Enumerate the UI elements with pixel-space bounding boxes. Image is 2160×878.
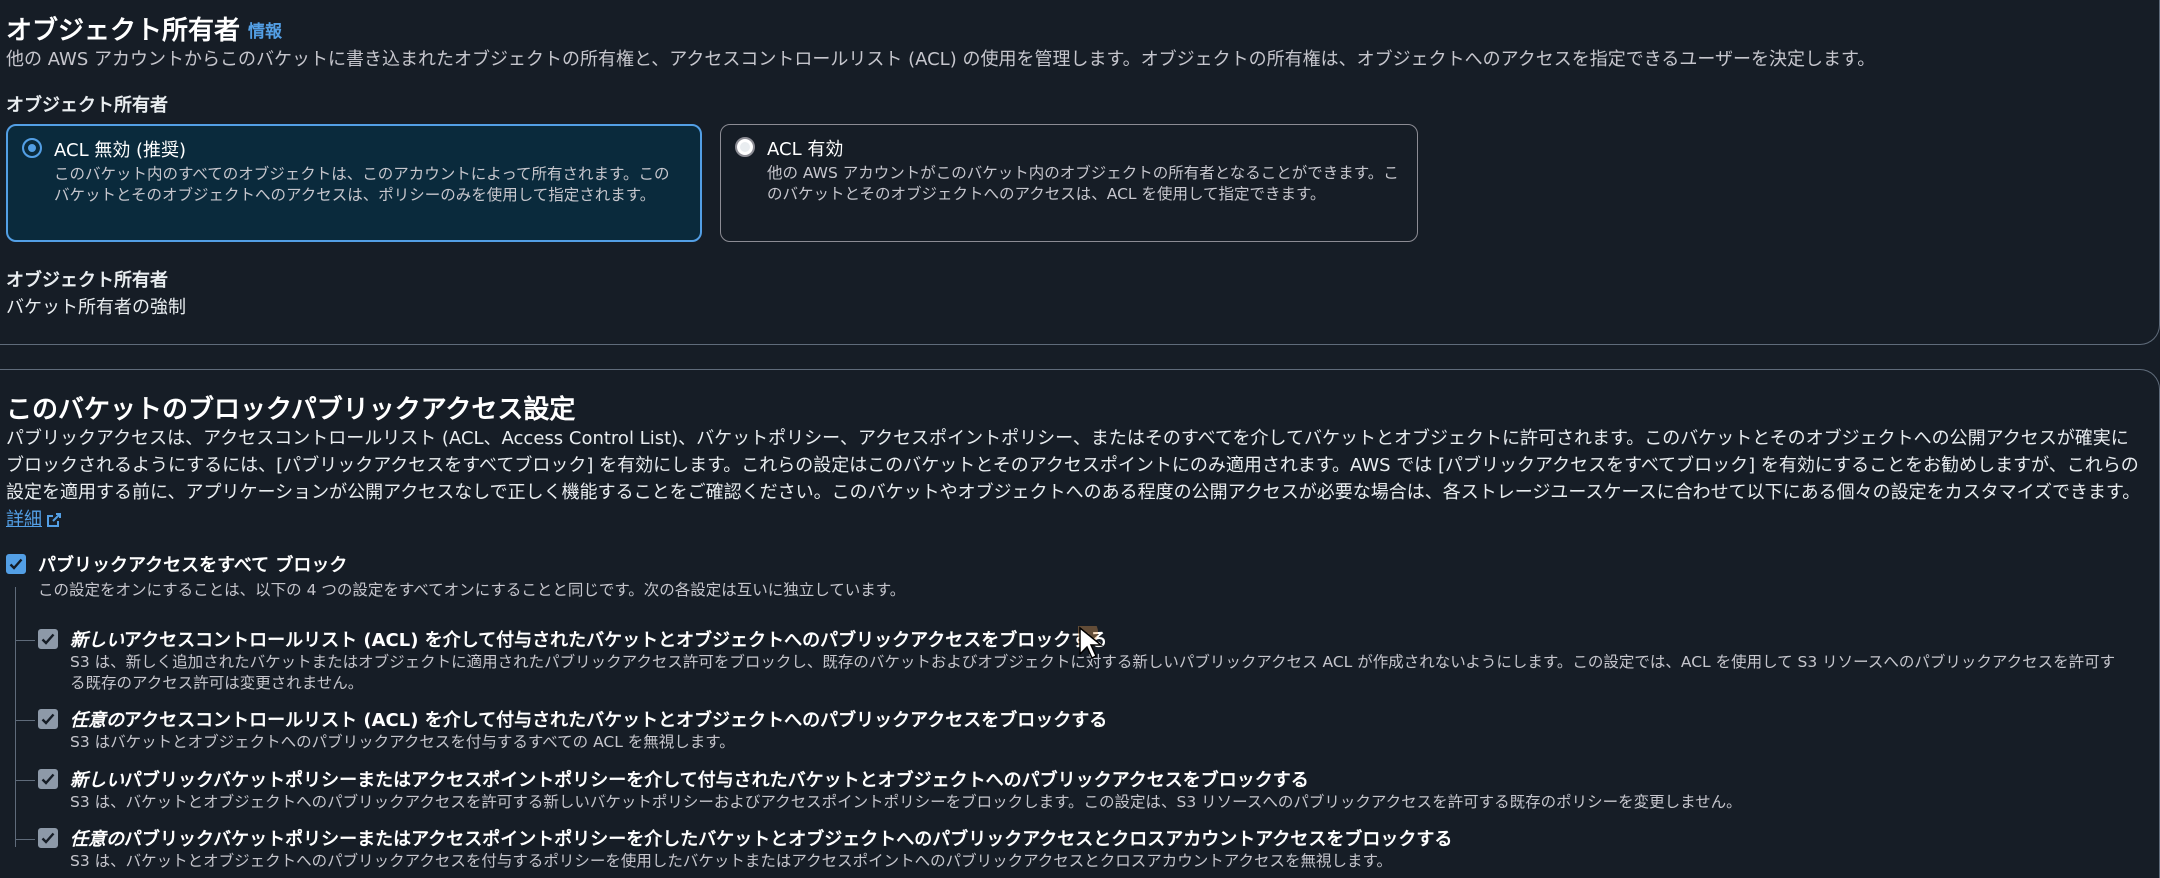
object-ownership-heading: オブジェクト所有者 情報 (6, 16, 283, 46)
block-new-acl-checkbox[interactable] (38, 629, 58, 649)
acl-disabled-description: このバケット内のすべてのオブジェクトは、このアカウントによって所有されます。この… (54, 165, 670, 204)
object-owner-value: バケット所有者の強制 (6, 297, 186, 318)
acl-enabled-option[interactable]: ACL 有効 他の AWS アカウントがこのバケット内のオブジェクトの所有者とな… (720, 124, 1418, 242)
acl-disabled-radio[interactable] (22, 138, 42, 158)
block-any-policy-title[interactable]: 任意のパブリックバケットポリシーまたはアクセスポイントポリシーを介したバケットと… (70, 825, 1452, 851)
tree-branch (15, 720, 35, 721)
block-all-label[interactable]: パブリックアクセスをすべて ブロック (38, 551, 347, 577)
block-new-policy-checkbox[interactable] (38, 769, 58, 789)
block-any-acl-description: S3 はバケットとオブジェクトへのパブリックアクセスを付与するすべての ACL … (70, 733, 735, 751)
checkmark-icon (9, 558, 23, 570)
block-new-policy-title[interactable]: 新しいパブリックバケットポリシーまたはアクセスポイントポリシーを介して付与された… (70, 766, 1309, 792)
block-any-policy-checkbox[interactable] (38, 828, 58, 848)
block-new-policy-description: S3 は、バケットとオブジェクトへのパブリックアクセスを許可する新しいバケットポ… (70, 793, 1742, 811)
block-public-access-description: パブリックアクセスは、アクセスコントロールリスト (ACL、Access Con… (6, 428, 2141, 530)
tree-line (15, 587, 16, 847)
checkmark-icon (41, 633, 55, 645)
tree-branch (15, 640, 35, 641)
checkmark-icon (41, 713, 55, 725)
mouse-cursor-icon (1078, 626, 1104, 660)
checkmark-icon (41, 773, 55, 785)
object-owner-label: オブジェクト所有者 (6, 270, 168, 291)
block-all-description: この設定をオンにすることは、以下の 4 つの設定をすべてオンにすることと同じです… (38, 581, 906, 599)
block-any-acl-title[interactable]: 任意のアクセスコントロールリスト (ACL) を介して付与されたバケットとオブジ… (70, 706, 1107, 732)
block-any-acl-checkbox[interactable] (38, 709, 58, 729)
block-public-access-heading: このバケットのブロックパブリックアクセス設定 (6, 395, 576, 425)
tree-branch (15, 780, 35, 781)
acl-enabled-description: 他の AWS アカウントがこのバケット内のオブジェクトの所有者となることができま… (767, 164, 1399, 203)
acl-disabled-title: ACL 無効 (推奨) (54, 140, 187, 161)
info-link[interactable]: 情報 (248, 22, 282, 42)
checkmark-icon (41, 832, 55, 844)
acl-disabled-option[interactable]: ACL 無効 (推奨) このバケット内のすべてのオブジェクトは、このアカウントに… (6, 124, 702, 242)
block-any-policy-description: S3 は、バケットとオブジェクトへのパブリックアクセスを付与するポリシーを使用し… (70, 852, 1392, 870)
acl-enabled-title: ACL 有効 (767, 139, 844, 160)
tree-branch (15, 839, 35, 840)
block-all-checkbox[interactable] (6, 554, 26, 574)
external-link-icon (47, 513, 61, 527)
detail-link[interactable]: 詳細 (6, 509, 42, 530)
acl-enabled-radio[interactable] (735, 137, 755, 157)
block-new-acl-title[interactable]: 新しいアクセスコントロールリスト (ACL) を介して付与されたバケットとオブジ… (70, 626, 1107, 652)
object-ownership-description: 他の AWS アカウントからこのバケットに書き込まれたオブジェクトの所有権と、ア… (6, 49, 1876, 70)
object-ownership-field-label: オブジェクト所有者 (6, 95, 168, 116)
